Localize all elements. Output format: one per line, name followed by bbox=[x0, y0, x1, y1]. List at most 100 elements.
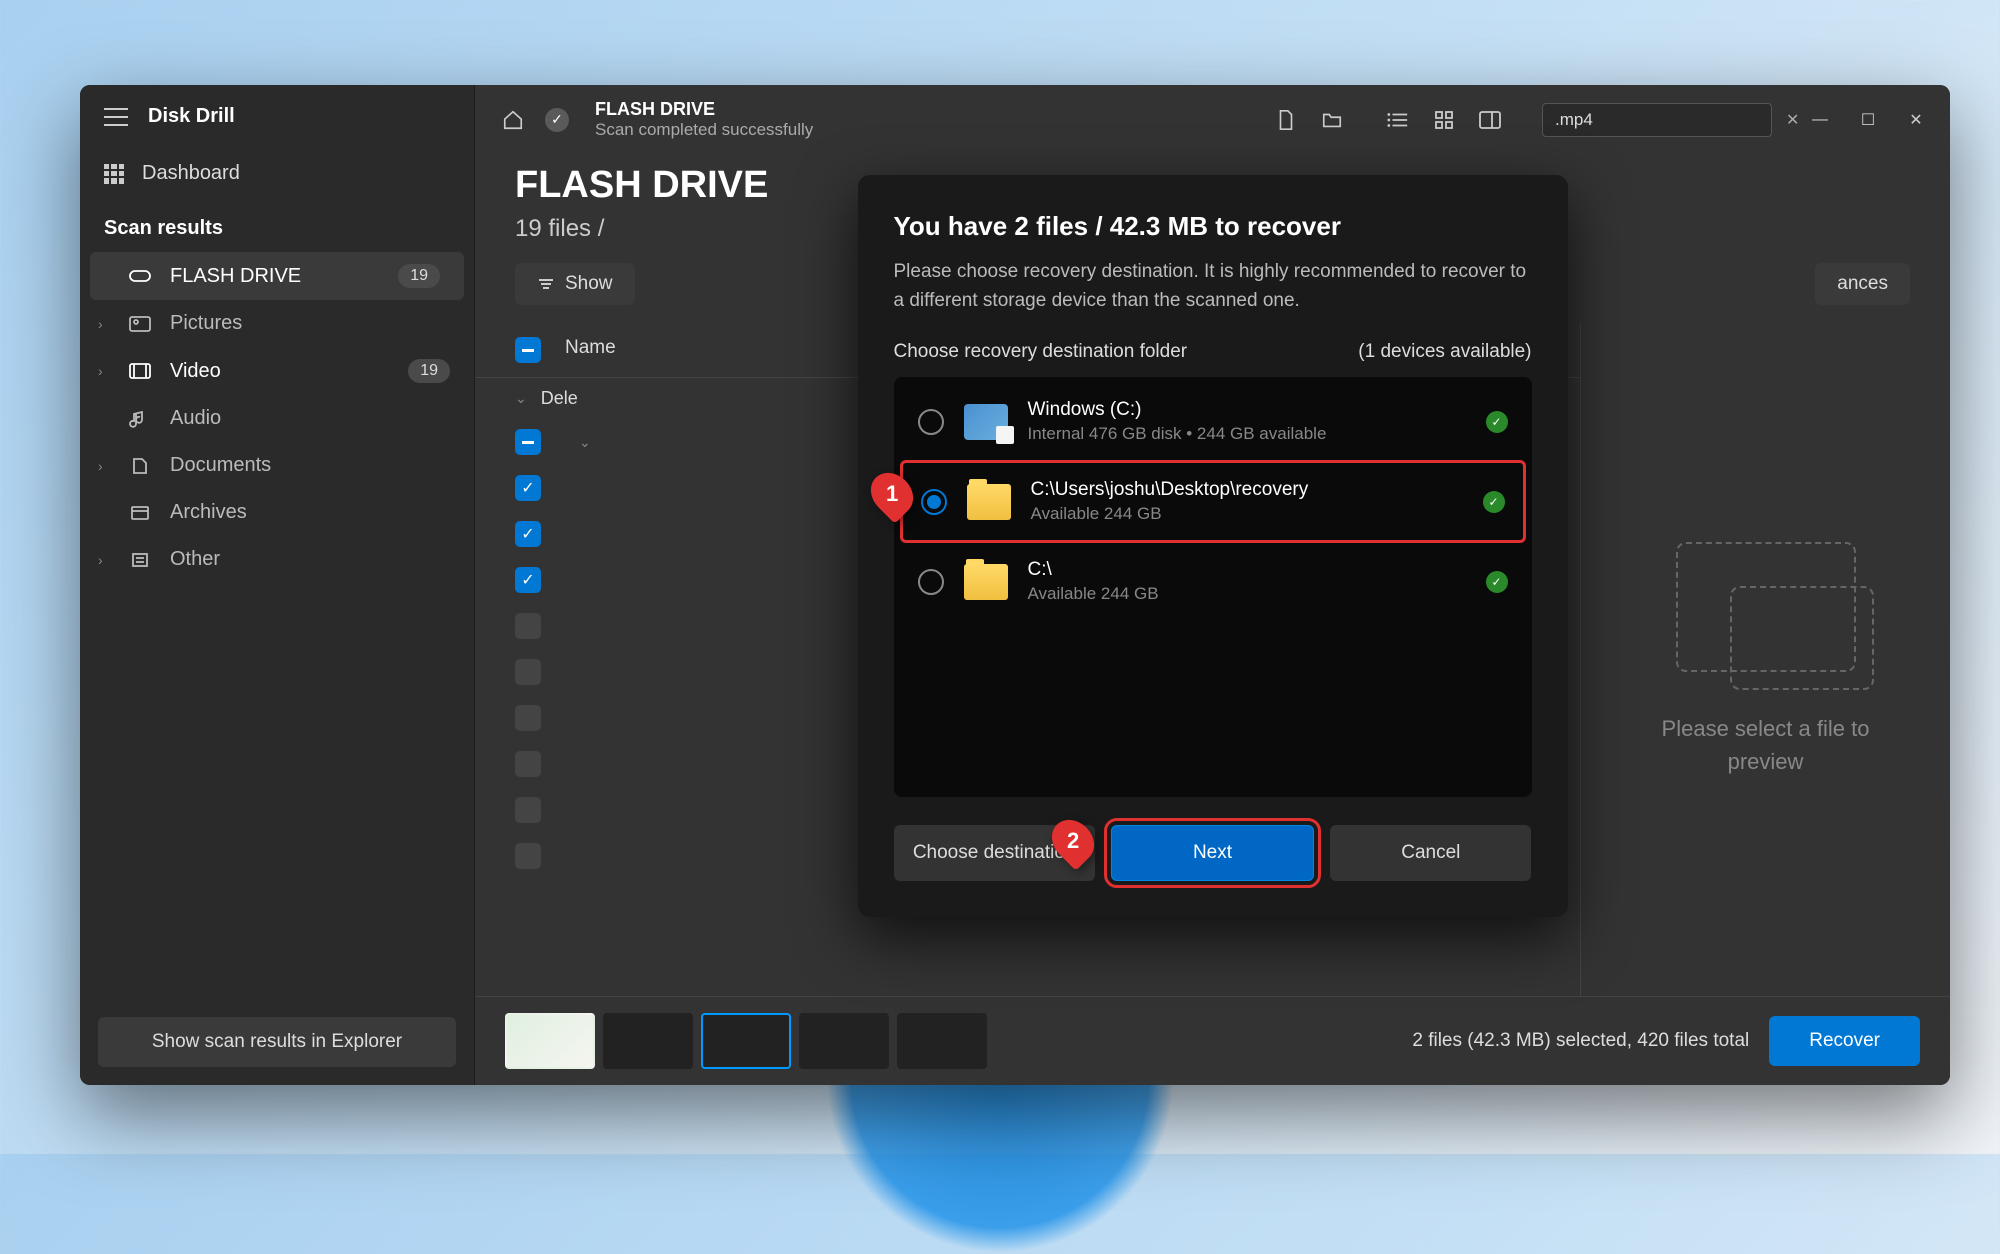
bottom-bar: 2 files (42.3 MB) selected, 420 files to… bbox=[475, 996, 1950, 1085]
destination-name: C:\ bbox=[1028, 559, 1466, 581]
row-checkbox[interactable] bbox=[515, 659, 541, 685]
row-checkbox[interactable] bbox=[515, 429, 541, 455]
row-checkbox[interactable] bbox=[515, 521, 541, 547]
close-button[interactable]: ✕ bbox=[1906, 110, 1926, 130]
toolbar-title: FLASH DRIVE bbox=[595, 99, 813, 120]
search-box[interactable]: ✕ bbox=[1542, 103, 1772, 137]
recovery-destination-modal: You have 2 files / 42.3 MB to recover Pl… bbox=[858, 175, 1568, 917]
modal-devices-count: (1 devices available) bbox=[1358, 341, 1531, 363]
radio-button[interactable] bbox=[918, 569, 944, 595]
modal-subheader: Choose recovery destination folder (1 de… bbox=[894, 341, 1532, 363]
modal-subheader-label: Choose recovery destination folder bbox=[894, 341, 1188, 363]
hamburger-icon[interactable] bbox=[104, 108, 128, 126]
toolbar-header: FLASH DRIVE Scan completed successfully bbox=[595, 99, 813, 140]
row-checkbox[interactable] bbox=[515, 751, 541, 777]
status-ok-icon: ✓ bbox=[1483, 491, 1505, 513]
row-checkbox[interactable] bbox=[515, 475, 541, 501]
radio-button[interactable] bbox=[918, 409, 944, 435]
sidebar-header: Disk Drill bbox=[80, 85, 474, 148]
toolbar: ✓ FLASH DRIVE Scan completed successfull… bbox=[475, 85, 1950, 154]
destination-info: Available 244 GB bbox=[1028, 584, 1466, 604]
modal-title: You have 2 files / 42.3 MB to recover bbox=[894, 211, 1532, 242]
chevron-right-icon: › bbox=[98, 458, 103, 474]
preview-text: Please select a file to preview bbox=[1621, 712, 1910, 778]
search-input[interactable] bbox=[1555, 110, 1776, 130]
annotation-callout-1: 1 bbox=[862, 464, 921, 523]
row-checkbox[interactable] bbox=[515, 843, 541, 869]
sidebar-badge: 19 bbox=[408, 359, 450, 383]
sidebar-item-video[interactable]: › Video 19 bbox=[80, 347, 474, 395]
grid-icon[interactable] bbox=[1430, 106, 1458, 134]
minimize-button[interactable]: — bbox=[1810, 110, 1830, 130]
preview-placeholder-icon bbox=[1676, 542, 1856, 672]
sidebar-footer: Show scan results in Explorer bbox=[80, 999, 474, 1085]
sidebar-item-flash-drive[interactable]: FLASH DRIVE 19 bbox=[90, 252, 464, 300]
sidebar-item-archives[interactable]: Archives bbox=[80, 489, 474, 536]
modal-description: Please choose recovery destination. It i… bbox=[894, 258, 1532, 315]
toolbar-view-group bbox=[1272, 106, 1346, 134]
chevron-right-icon: › bbox=[98, 363, 103, 379]
sidebar-item-audio[interactable]: Audio bbox=[80, 395, 474, 442]
chevron-down-icon[interactable]: ⌄ bbox=[579, 434, 591, 451]
thumbnail[interactable] bbox=[603, 1013, 693, 1069]
chevron-down-icon[interactable]: ⌄ bbox=[515, 390, 527, 407]
row-checkbox[interactable] bbox=[515, 705, 541, 731]
thumbnail[interactable] bbox=[799, 1013, 889, 1069]
destination-info: Available 244 GB bbox=[1031, 504, 1463, 524]
list-icon[interactable] bbox=[1384, 106, 1412, 134]
thumbnail[interactable] bbox=[701, 1013, 791, 1069]
filter-icon bbox=[537, 277, 555, 291]
home-icon[interactable] bbox=[499, 106, 527, 134]
folder-icon bbox=[964, 564, 1008, 600]
panel-icon[interactable] bbox=[1476, 106, 1504, 134]
radio-button[interactable] bbox=[921, 489, 947, 515]
thumbnail[interactable] bbox=[897, 1013, 987, 1069]
destination-item-windows-c[interactable]: Windows (C:) Internal 476 GB disk • 244 … bbox=[900, 383, 1526, 460]
destination-name: C:\Users\joshu\Desktop\recovery bbox=[1031, 479, 1463, 501]
file-icon[interactable] bbox=[1272, 106, 1300, 134]
recover-button[interactable]: Recover bbox=[1769, 1016, 1920, 1066]
sidebar-item-label: Audio bbox=[170, 407, 221, 430]
maximize-button[interactable]: ☐ bbox=[1858, 110, 1878, 130]
cancel-button[interactable]: Cancel bbox=[1330, 825, 1531, 881]
sidebar-item-other[interactable]: › Other bbox=[80, 536, 474, 583]
main-content: ✓ FLASH DRIVE Scan completed successfull… bbox=[475, 85, 1950, 1085]
filter-chances-button[interactable]: ances bbox=[1815, 263, 1910, 305]
window-controls: — ☐ ✕ bbox=[1810, 110, 1926, 130]
destination-item-c-root[interactable]: C:\ Available 244 GB ✓ bbox=[900, 543, 1526, 620]
toolbar-layout-group bbox=[1384, 106, 1504, 134]
sidebar-item-label: Other bbox=[170, 548, 220, 571]
sidebar-section-label: Scan results bbox=[80, 199, 474, 252]
status-ok-icon: ✓ bbox=[1486, 571, 1508, 593]
sidebar-item-pictures[interactable]: › Pictures bbox=[80, 300, 474, 347]
drive-icon bbox=[128, 267, 152, 285]
sidebar-item-dashboard[interactable]: Dashboard bbox=[80, 148, 474, 199]
app-window: Disk Drill Dashboard Scan results FLASH … bbox=[80, 85, 1950, 1085]
destination-list: Windows (C:) Internal 476 GB disk • 244 … bbox=[894, 377, 1532, 797]
group-label: Dele bbox=[541, 388, 578, 409]
sidebar-item-label: Pictures bbox=[170, 312, 242, 335]
clear-search-icon[interactable]: ✕ bbox=[1786, 110, 1799, 130]
select-all-checkbox[interactable] bbox=[515, 337, 541, 363]
row-checkbox[interactable] bbox=[515, 567, 541, 593]
archive-icon bbox=[128, 504, 152, 522]
selection-status: 2 files (42.3 MB) selected, 420 files to… bbox=[1412, 1030, 1749, 1052]
chevron-right-icon: › bbox=[98, 316, 103, 332]
drive-icon bbox=[964, 404, 1008, 440]
next-button[interactable]: 2 Next bbox=[1111, 825, 1314, 881]
dashboard-icon bbox=[104, 164, 124, 184]
document-icon bbox=[128, 457, 152, 475]
sidebar-item-label: FLASH DRIVE bbox=[170, 265, 301, 288]
show-in-explorer-button[interactable]: Show scan results in Explorer bbox=[98, 1017, 456, 1067]
sidebar-item-label: Archives bbox=[170, 501, 247, 524]
row-checkbox[interactable] bbox=[515, 613, 541, 639]
row-checkbox[interactable] bbox=[515, 797, 541, 823]
thumbnail[interactable] bbox=[505, 1013, 595, 1069]
folder-icon[interactable] bbox=[1318, 106, 1346, 134]
sidebar-item-label: Documents bbox=[170, 454, 271, 477]
other-icon bbox=[128, 551, 152, 569]
filter-show-button[interactable]: Show bbox=[515, 263, 635, 305]
sidebar-item-documents[interactable]: › Documents bbox=[80, 442, 474, 489]
destination-info: Internal 476 GB disk • 244 GB available bbox=[1028, 424, 1466, 444]
destination-item-recovery-folder[interactable]: 1 C:\Users\joshu\Desktop\recovery Availa… bbox=[900, 460, 1526, 543]
